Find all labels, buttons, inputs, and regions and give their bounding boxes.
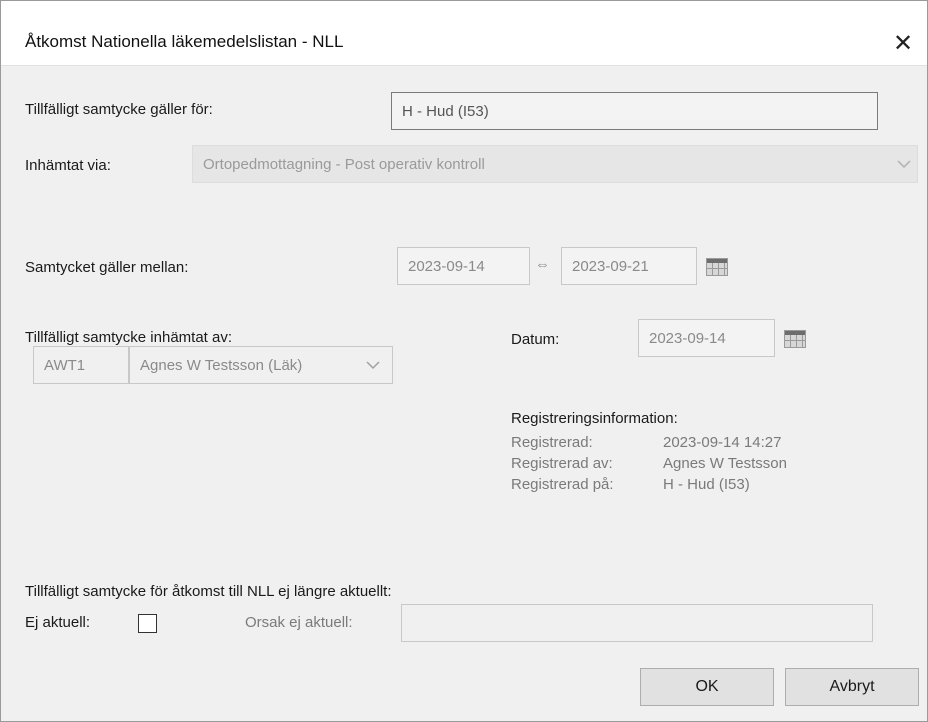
registered-by-value: Agnes W Testsson bbox=[663, 455, 787, 472]
calendar-icon[interactable] bbox=[706, 258, 728, 276]
obtained-by-code-field: AWT1 bbox=[33, 346, 129, 384]
chevron-down-icon bbox=[897, 160, 911, 169]
valid-from-field[interactable]: 2023-09-14 bbox=[397, 247, 530, 285]
obtained-by-name: Agnes W Testsson (Läk) bbox=[140, 356, 303, 374]
date-value: 2023-09-14 bbox=[649, 329, 726, 347]
obtained-via-value: Ortopedmottagning - Post operativ kontro… bbox=[203, 155, 485, 173]
date-label: Datum: bbox=[511, 331, 560, 348]
valid-from-value: 2023-09-14 bbox=[408, 257, 485, 275]
obtained-by-label: Tillfälligt samtycke inhämtat av: bbox=[25, 329, 233, 346]
cancel-button[interactable]: Avbryt bbox=[785, 668, 919, 706]
registered-at-label: Registrerad på: bbox=[511, 476, 614, 493]
obtained-via-select[interactable]: Ortopedmottagning - Post operativ kontro… bbox=[192, 145, 918, 183]
reason-label: Orsak ej aktuell: bbox=[245, 614, 353, 631]
obtained-by-code: AWT1 bbox=[44, 356, 86, 374]
window-title: Åtkomst Nationella läkemedelslistan - NL… bbox=[25, 32, 344, 51]
obtained-by-select[interactable]: Agnes W Testsson (Läk) bbox=[129, 346, 393, 384]
reason-input[interactable] bbox=[401, 604, 873, 642]
obtained-via-label: Inhämtat via: bbox=[25, 157, 111, 174]
valid-to-value: 2023-09-21 bbox=[572, 257, 649, 275]
not-current-checkbox-label: Ej aktuell: bbox=[25, 614, 91, 631]
title-bar: Åtkomst Nationella läkemedelslistan - NL… bbox=[1, 1, 927, 66]
consent-for-field: H - Hud (I53) bbox=[391, 92, 878, 130]
registered-label: Registrerad: bbox=[511, 434, 593, 451]
registration-heading: Registreringsinformation: bbox=[511, 410, 678, 427]
consent-for-label: Tillfälligt samtycke gäller för: bbox=[25, 101, 213, 118]
valid-between-label: Samtycket gäller mellan: bbox=[25, 259, 189, 276]
date-field[interactable]: 2023-09-14 bbox=[638, 319, 775, 357]
calendar-icon[interactable] bbox=[784, 330, 806, 348]
consent-for-value: H - Hud (I53) bbox=[402, 102, 489, 120]
close-icon: ✕ bbox=[892, 29, 914, 57]
double-arrow-icon: ⇔ bbox=[535, 256, 550, 273]
ok-button[interactable]: OK bbox=[640, 668, 774, 706]
nll-access-dialog: Åtkomst Nationella läkemedelslistan - NL… bbox=[0, 0, 928, 722]
close-button[interactable]: ✕ bbox=[879, 23, 927, 63]
not-current-heading: Tillfälligt samtycke för åtkomst till NL… bbox=[25, 583, 392, 600]
not-current-checkbox[interactable] bbox=[138, 614, 157, 633]
registered-at-value: H - Hud (I53) bbox=[663, 476, 750, 493]
registered-by-label: Registrerad av: bbox=[511, 455, 613, 472]
registered-value: 2023-09-14 14:27 bbox=[663, 434, 782, 451]
chevron-down-icon bbox=[366, 361, 380, 370]
valid-to-field[interactable]: 2023-09-21 bbox=[561, 247, 697, 285]
